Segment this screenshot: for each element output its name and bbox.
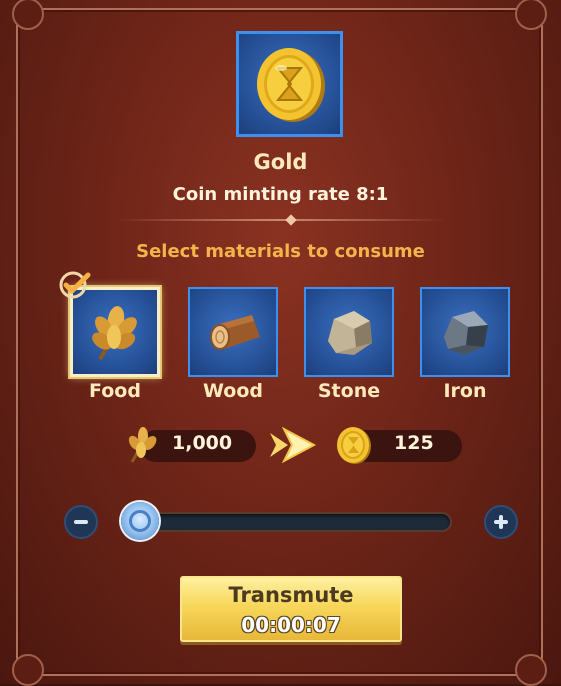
wheat-icon: [128, 427, 157, 463]
frame-ornament: [12, 0, 44, 30]
frame-ornament: [515, 0, 547, 30]
material-tile-wood[interactable]: [188, 287, 278, 377]
iron-ore-icon: [444, 311, 488, 355]
frame-ornament: [12, 654, 44, 686]
wheat-icon: [92, 306, 137, 361]
gold-coin-icon: [337, 427, 371, 464]
gold-coin-icon: [256, 48, 325, 122]
transmute-timer: 00:00:07: [241, 613, 341, 637]
convert-arrow-icon: [270, 427, 317, 463]
frame-ornament: [515, 654, 547, 686]
output-amount: 125: [394, 432, 434, 454]
increase-button[interactable]: [484, 505, 518, 539]
material-tile-food[interactable]: [70, 287, 160, 377]
material-label-food: Food: [89, 380, 141, 402]
decrease-button[interactable]: [64, 505, 98, 539]
material-tile-stone[interactable]: [304, 287, 394, 377]
minus-icon: [74, 520, 88, 524]
selected-check-icon: [59, 271, 91, 299]
input-amount: 1,000: [172, 432, 233, 454]
transmute-button[interactable]: Transmute 00:00:07: [180, 576, 402, 642]
transmute-button-label: Transmute: [228, 583, 354, 607]
material-tile-iron[interactable]: [420, 287, 510, 377]
target-resource-name: Gold: [253, 150, 308, 174]
select-materials-prompt: Select materials to consume: [136, 241, 425, 262]
material-label-wood: Wood: [203, 380, 263, 402]
material-label-iron: Iron: [443, 380, 487, 402]
target-resource-tile: [236, 31, 343, 137]
minting-rate-text: Coin minting rate 8:1: [172, 184, 389, 205]
amount-slider-track[interactable]: [128, 512, 452, 532]
log-icon: [210, 315, 260, 350]
material-label-stone: Stone: [317, 380, 381, 402]
section-divider: [116, 219, 446, 221]
stone-icon: [328, 311, 372, 355]
amount-slider-handle[interactable]: [121, 502, 159, 540]
plus-icon-vertical: [499, 515, 503, 529]
